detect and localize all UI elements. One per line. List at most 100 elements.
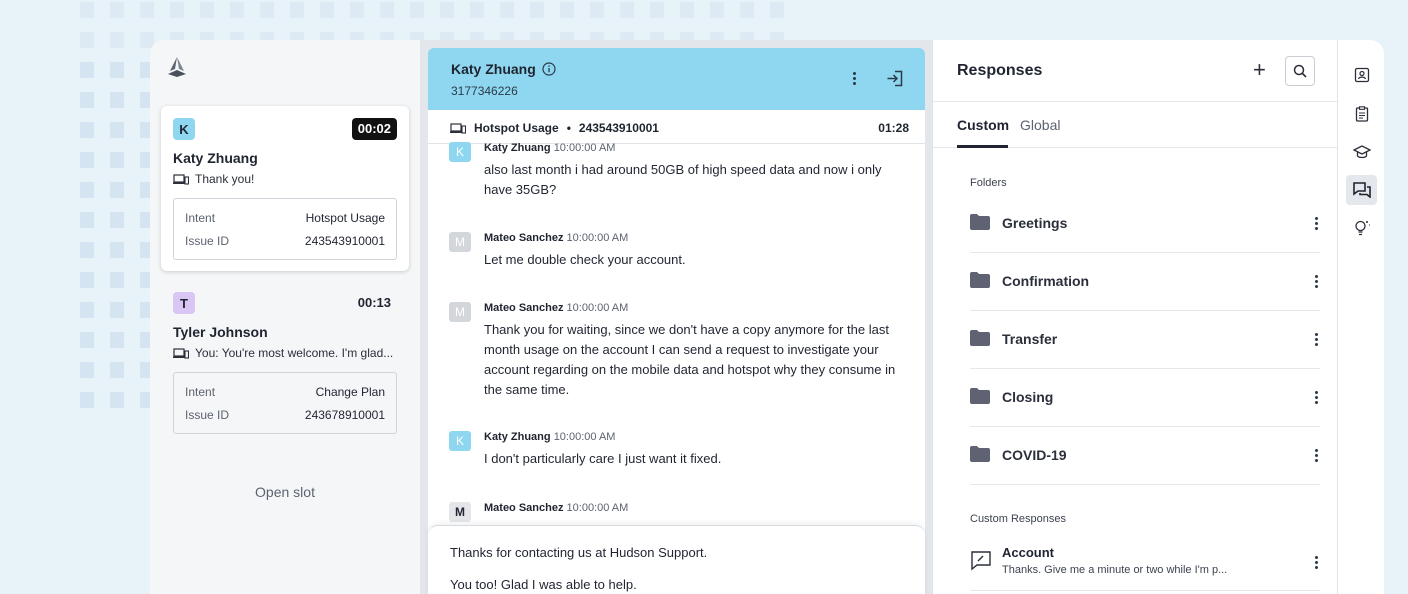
message-time: 10:00:00 AM [566, 502, 629, 514]
folder-label: Greetings [1002, 215, 1068, 231]
more-options-icon[interactable] [1315, 556, 1319, 570]
intent-value: Change Plan [315, 385, 385, 399]
more-options-icon[interactable] [1315, 275, 1319, 289]
message-text: also last month i had around 50GB of hig… [484, 162, 882, 197]
end-chat-icon[interactable] [886, 70, 903, 87]
open-slot[interactable]: Open slot [150, 484, 420, 500]
issue-id-label: Issue ID [185, 408, 230, 422]
search-button[interactable] [1285, 56, 1315, 86]
folder-item[interactable]: Closing [970, 370, 1320, 427]
add-response-button[interactable]: + [1253, 59, 1266, 81]
more-options-icon[interactable] [1315, 333, 1319, 347]
message-text: Thank you for waiting, since we don't ha… [484, 322, 896, 397]
right-rail [1337, 40, 1384, 594]
message-author: Mateo Sanchez [484, 232, 564, 244]
message-author: Mateo Sanchez [484, 502, 564, 514]
search-icon [1293, 64, 1307, 78]
chat-panel: Katy Zhuang 3177346226 Hotspot Usage • 2… [420, 40, 941, 594]
chat-body: Hotspot Usage • 243543910001 01:28 K Kat… [428, 110, 925, 594]
folder-icon [970, 214, 990, 230]
responses-tabs: Custom Global [933, 102, 1338, 148]
conversation-timer: 00:02 [351, 118, 397, 140]
lightbulb-icon [1354, 220, 1370, 236]
message-avatar: M [449, 302, 471, 322]
folder-icon [970, 272, 990, 288]
avatar: K [173, 118, 195, 140]
info-icon[interactable] [542, 62, 556, 76]
folder-label: Confirmation [1002, 273, 1090, 289]
contact-card-icon [1354, 67, 1369, 83]
response-suggestions: Thanks for contacting us at Hudson Suppo… [428, 525, 925, 594]
conversation-queue: K 00:02 Katy Zhuang Thank you! Intent Hot… [150, 40, 420, 594]
customer-name: Katy Zhuang [173, 150, 258, 166]
custom-responses-label: Custom Responses [970, 513, 1066, 525]
response-preview: Thanks. Give me a minute or two while I'… [1002, 564, 1228, 576]
message-author: Katy Zhuang [484, 431, 551, 443]
message-author: Katy Zhuang [484, 142, 551, 154]
response-title: Account [1002, 545, 1054, 560]
more-options-icon[interactable] [1315, 449, 1319, 463]
conversation-meta: Intent Change Plan Issue ID 243678910001 [173, 372, 397, 434]
responses-title: Responses [957, 62, 1043, 79]
active-tab-indicator [957, 145, 1008, 148]
issue-id: 243543910001 [578, 121, 659, 135]
graduation-cap-icon [1352, 145, 1371, 159]
issue-id-value: 243678910001 [304, 408, 385, 422]
folder-item[interactable]: COVID-19 [970, 428, 1320, 485]
folder-icon [970, 446, 990, 462]
chat-customer-phone: 3177346226 [451, 84, 518, 98]
more-options-icon[interactable] [1315, 391, 1319, 405]
tab-global[interactable]: Global [1020, 117, 1060, 133]
message-text: Let me double check your account. [484, 252, 686, 267]
last-message: Thank you! [173, 172, 254, 186]
more-options-icon[interactable] [1315, 217, 1319, 231]
issue-id-label: Issue ID [185, 234, 230, 248]
conversation-meta: Intent Hotspot Usage Issue ID 243543910001 [173, 198, 397, 260]
folders-label: Folders [970, 177, 1007, 189]
message-time: 10:00:00 AM [566, 302, 629, 314]
last-message: You: You're most welcome. I'm glad... [173, 346, 393, 360]
last-message-text: Thank you! [195, 172, 255, 186]
conversation-card[interactable]: T 00:13 Tyler Johnson You: You're most w… [161, 280, 409, 440]
more-options-icon[interactable] [853, 72, 857, 86]
responses-panel: Responses + Custom Global Folders Greeti… [932, 40, 1338, 594]
chat-customer-name: Katy Zhuang [451, 61, 536, 77]
message-text: I don't particularly care I just want it… [484, 451, 722, 466]
folder-item[interactable]: Transfer [970, 312, 1320, 369]
app-logo-icon [168, 57, 186, 77]
responses-button[interactable] [1346, 175, 1377, 205]
contact-card-button[interactable] [1346, 60, 1377, 90]
folder-label: COVID-19 [1002, 447, 1067, 463]
intent-label: Intent [185, 385, 216, 399]
folder-icon [970, 388, 990, 404]
message-avatar: M [449, 502, 471, 522]
message-avatar: M [449, 232, 471, 252]
suggestion-item[interactable]: Thanks for contacting us at Hudson Suppo… [450, 545, 707, 560]
folder-item[interactable]: Confirmation [970, 254, 1320, 311]
message-avatar: K [449, 142, 471, 162]
message-time: 10:00:00 AM [553, 142, 616, 154]
suggestion-item[interactable]: You too! Glad I was able to help. [450, 577, 637, 592]
devices-icon [173, 347, 189, 359]
chat-header: Katy Zhuang 3177346226 [428, 48, 925, 110]
response-item[interactable]: Account Thanks. Give me a minute or two … [970, 543, 1320, 591]
last-message-text: You: You're most welcome. I'm glad... [195, 346, 394, 360]
ideas-button[interactable] [1346, 213, 1377, 243]
customer-name: Tyler Johnson [173, 324, 268, 340]
training-button[interactable] [1346, 137, 1377, 167]
issue-id-value: 243543910001 [304, 234, 385, 248]
conversation-card[interactable]: K 00:02 Katy Zhuang Thank you! Intent Hot… [161, 106, 409, 271]
avatar: T [173, 292, 195, 314]
devices-icon [173, 173, 189, 185]
tab-custom[interactable]: Custom [957, 117, 1009, 133]
message-author: Mateo Sanchez [484, 302, 564, 314]
canned-response-icon [971, 551, 991, 571]
responses-header: Responses + [933, 40, 1338, 102]
intent-label: Intent [185, 211, 216, 225]
message-avatar: K [449, 431, 471, 451]
folder-item[interactable]: Greetings [970, 196, 1320, 253]
clipboard-button[interactable] [1346, 99, 1377, 129]
conversation-timer: 00:13 [357, 295, 391, 310]
intent-value: Hotspot Usage [305, 211, 385, 225]
message-time: 10:00:00 AM [553, 431, 616, 443]
